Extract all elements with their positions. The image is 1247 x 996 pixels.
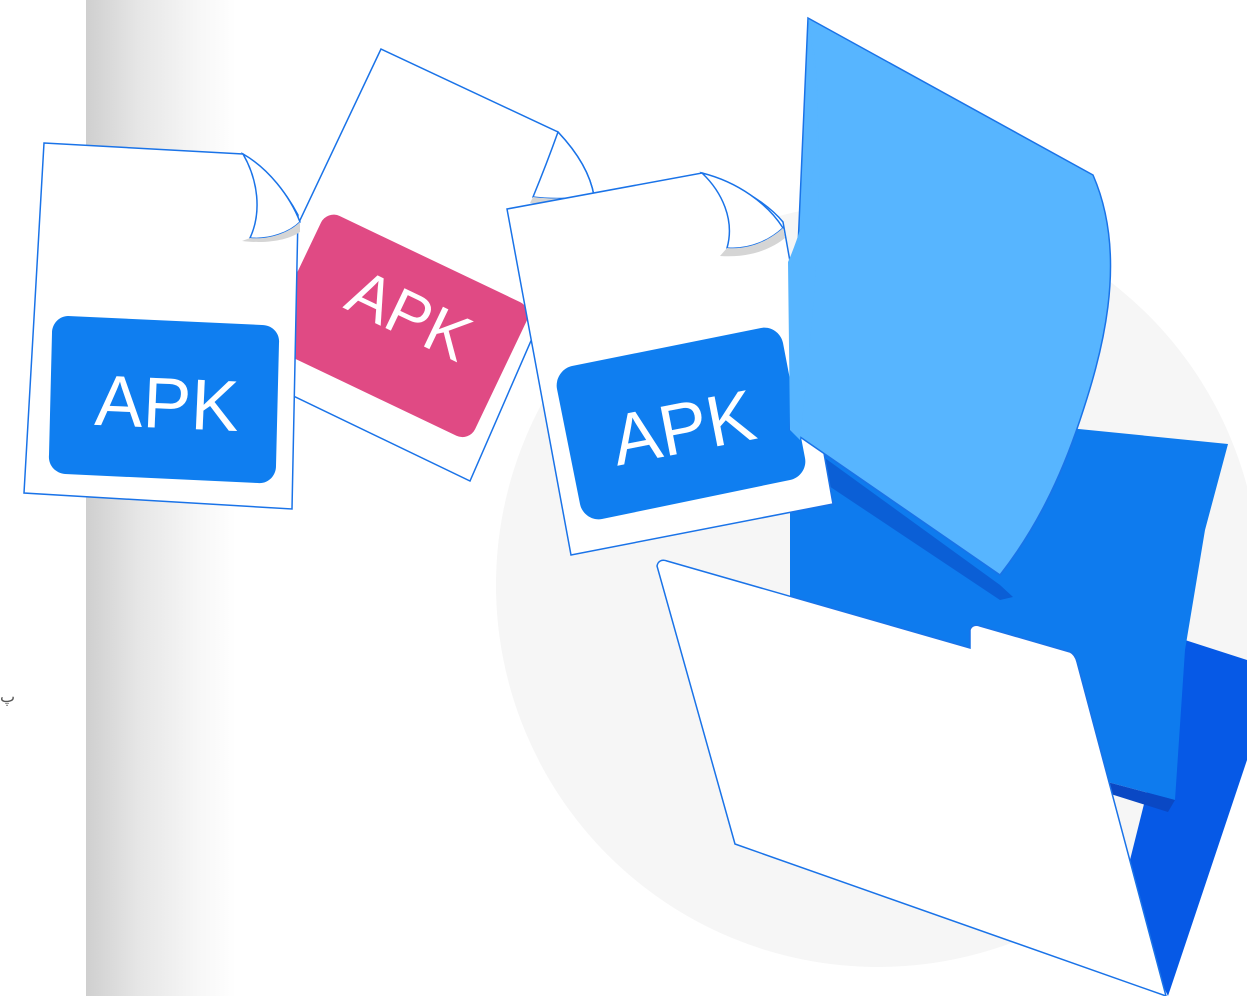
apk-folder-illustration: APK APK APK	[23, 16, 1247, 996]
apk-label-left: APK	[93, 361, 240, 447]
apk-file-left: APK	[23, 142, 301, 510]
